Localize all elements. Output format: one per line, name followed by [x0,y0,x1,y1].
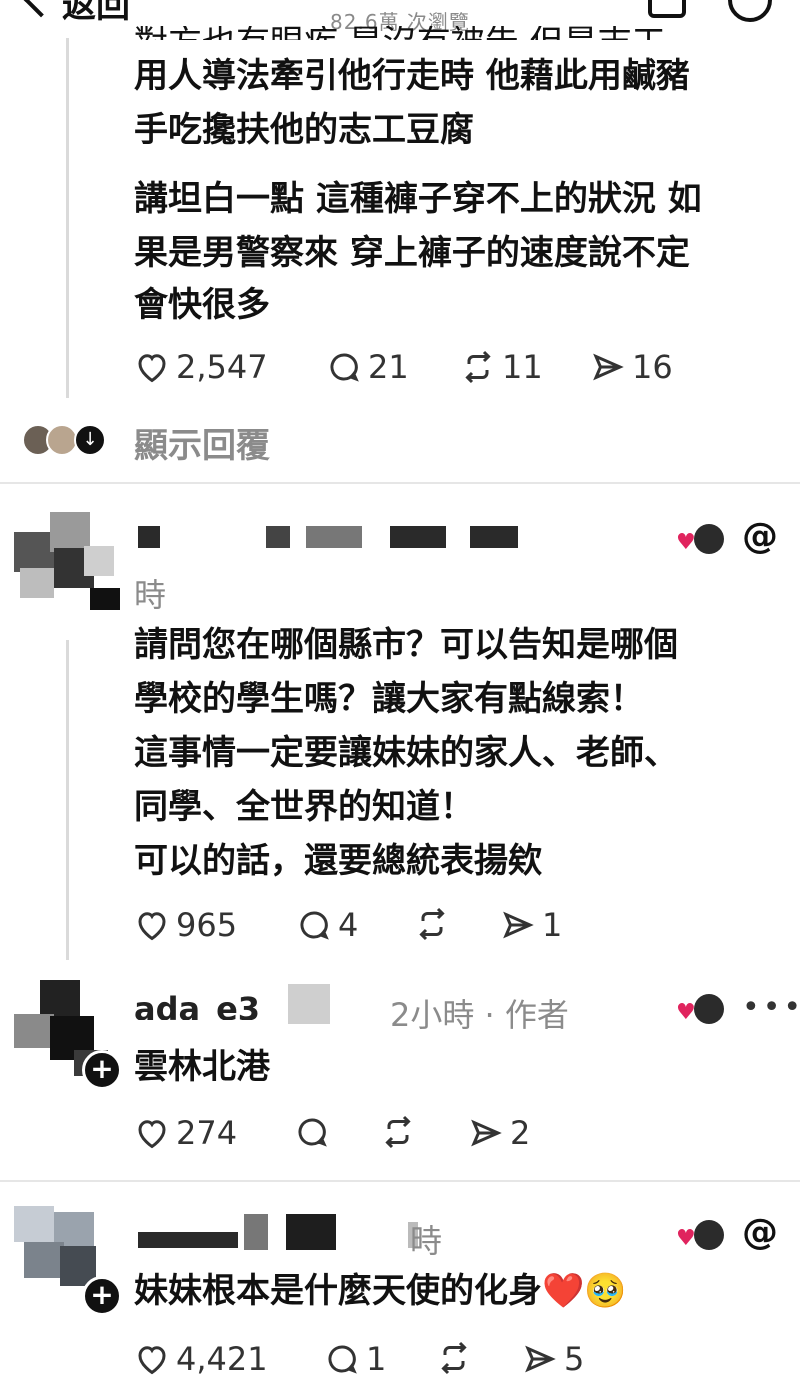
heart-icon: ♥ [676,1000,696,1025]
share-button[interactable]: 5 [522,1340,584,1378]
like-button[interactable]: 274 [134,1114,237,1152]
share-button[interactable]: 16 [590,348,673,386]
post-time: 時 [410,1222,443,1260]
post-time: 2小時 · 作者 [390,996,569,1034]
thread-line [66,38,69,398]
heart-icon [138,354,166,383]
username-blurred[interactable] [138,526,518,550]
like-button[interactable]: 965 [134,906,237,944]
repost-icon [441,1341,467,1375]
repost-button[interactable] [414,906,456,942]
post-time: 時 [134,576,167,614]
avatar [694,1220,724,1250]
username-blur-patch [288,984,330,1024]
more-icon[interactable]: ••• [742,990,800,1025]
share-count: 2 [510,1114,531,1152]
repost-button[interactable] [380,1114,422,1150]
avatar [694,994,724,1024]
like-button[interactable]: 2,547 [134,348,268,386]
heart-icon [138,1346,166,1375]
emoji-heart-pleading: ❤️🥹 [542,1271,627,1311]
post-text-line: 對方也有眼疾 是沒有被告 但是志工 [134,26,774,40]
heart-icon: ♥ [676,1226,696,1251]
repost-button[interactable] [436,1340,478,1376]
chevron-down-icon: ↓ [74,424,106,456]
username[interactable]: ada_e3 [134,990,260,1020]
repost-icon [419,907,445,941]
divider [0,482,800,484]
reply-button[interactable]: 21 [326,348,409,386]
share-icon [503,911,534,939]
share-button[interactable]: 1 [500,906,562,944]
comment-text-line: 同學、全世界的知道！ [134,787,474,827]
repost-count: 11 [502,348,543,386]
reply-button[interactable] [294,1114,336,1150]
share-count: 5 [564,1340,585,1378]
share-icon [471,1119,502,1147]
like-count: 2,547 [176,348,268,386]
reply-avatars[interactable]: ↓ [22,424,112,456]
share-icon [593,353,624,381]
username-blurred[interactable] [138,1214,418,1254]
post-text-line: 會快很多 [134,285,270,325]
like-count: 4,421 [176,1340,268,1378]
threads-logo-icon[interactable]: @ [742,516,778,557]
comment-text-content: 妹妹根本是什麼天使的化身 [134,1271,542,1311]
reaction-indicator: ♥ [676,992,726,1026]
notification-icon[interactable] [648,0,686,18]
post-text-line: 果是男警察來 穿上褲子的速度說不定 [134,233,690,273]
reply-count: 21 [368,348,409,386]
reaction-indicator: ♥ [676,522,726,556]
comment-text: 妹妹根本是什麼天使的化身❤️🥹 [134,1264,627,1318]
comment-icon [298,1118,327,1147]
avatar[interactable] [14,512,122,612]
reaction-indicator: ♥ [676,1218,726,1252]
follow-plus-icon[interactable]: + [82,1050,122,1090]
comment-icon [330,353,359,382]
reply-button[interactable]: 1 [324,1340,386,1378]
heart-icon: ♥ [676,530,696,555]
reply-button[interactable]: 4 [296,906,358,944]
post-text-line: 講坦白一點 這種褲子穿不上的狀況 如 [134,179,702,219]
like-count: 274 [176,1114,238,1152]
share-icon [525,1345,556,1373]
divider [0,1180,800,1182]
repost-icon [465,350,491,384]
comment-text-line: 學校的學生嗎？讓大家有點線索！ [134,679,644,719]
share-count: 16 [632,348,673,386]
comment-text-line: 請問您在哪個縣市？可以告知是哪個 [134,625,678,665]
comment-text-line: 可以的話，還要總統表揚欸 [134,841,542,881]
like-count: 965 [176,906,238,944]
repost-icon [385,1115,411,1149]
comment-text-line: 這事情一定要讓妹妹的家人、老師、 [134,733,678,773]
repost-button[interactable]: 11 [460,348,543,386]
comment-icon [300,911,329,940]
share-button[interactable]: 2 [468,1114,530,1152]
like-button[interactable]: 4,421 [134,1340,268,1378]
follow-plus-icon[interactable]: + [82,1276,122,1316]
threads-logo-icon[interactable]: @ [742,1212,778,1253]
reply-count: 1 [366,1340,387,1378]
avatar [694,524,724,554]
share-count: 1 [542,906,563,944]
post-text-line: 手吃攙扶他的志工豆腐 [134,110,474,150]
post-text-line: 用人導法牽引他行走時 他藉此用鹹豬 [134,56,690,96]
heart-icon [138,1120,166,1149]
reply-count: 4 [338,906,359,944]
comment-icon [328,1345,357,1374]
heart-icon [138,912,166,941]
show-replies-link[interactable]: 顯示回覆 [134,418,270,467]
thread-line [66,640,69,960]
reply-text: 雲林北港 [134,1047,270,1087]
